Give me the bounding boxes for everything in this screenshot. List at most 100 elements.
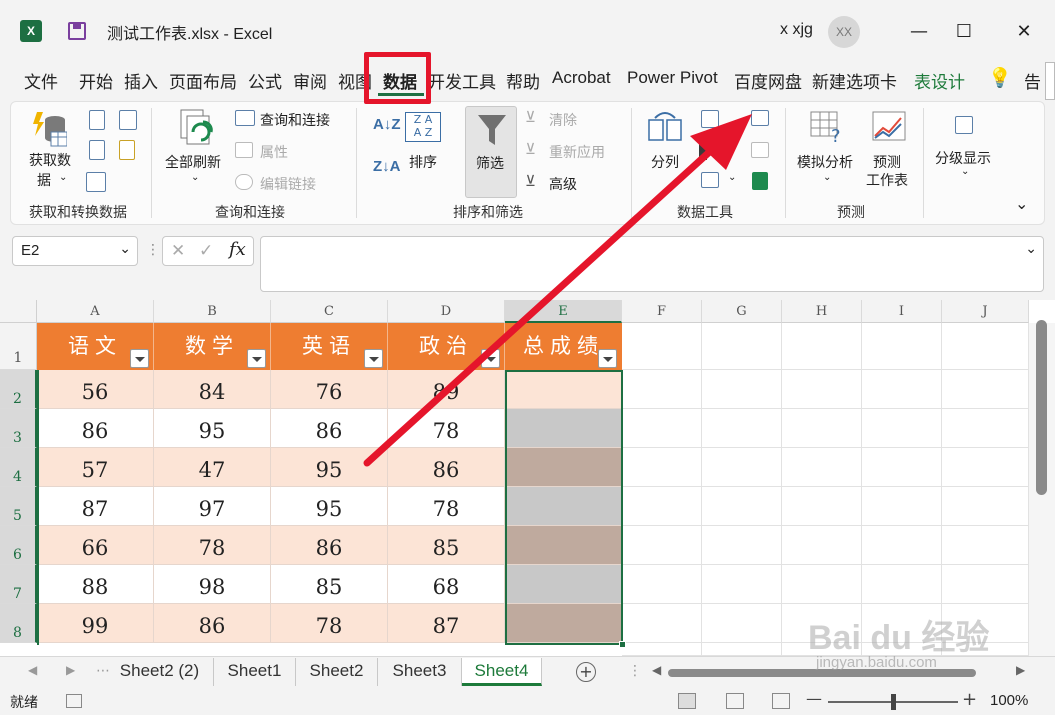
forecast-sheet-icon[interactable]	[871, 110, 907, 144]
tab-table-design[interactable]: 表设计	[914, 68, 965, 93]
forecast-sheet-button-line2[interactable]: 工作表	[866, 170, 908, 190]
avatar[interactable]: XX	[828, 16, 860, 48]
empty-cell[interactable]	[862, 565, 942, 604]
minimize-button[interactable]: —	[901, 14, 937, 50]
queries-connections-button[interactable]: 查询和连接	[260, 110, 330, 130]
name-box[interactable]: E2 ⌄	[12, 236, 138, 266]
table-cell[interactable]	[505, 604, 622, 643]
row-header-2[interactable]: 2	[0, 370, 37, 409]
row-header-5[interactable]: 5	[0, 487, 37, 526]
tab-tell-me[interactable]: 告	[1024, 68, 1041, 93]
tab-new-tab[interactable]: 新建选项卡	[812, 68, 897, 93]
empty-cell[interactable]	[782, 526, 862, 565]
text-to-columns-icon[interactable]	[647, 110, 683, 144]
outline-button[interactable]: 分级显示	[935, 148, 991, 168]
sort-dialog-icon[interactable]: Z AA Z	[405, 112, 441, 142]
column-header-j[interactable]: J	[942, 300, 1029, 323]
chevron-down-icon[interactable]: ⌄	[119, 240, 131, 257]
cancel-icon[interactable]: ✕	[171, 241, 185, 261]
tabs-scroll-right[interactable]	[1045, 62, 1055, 100]
flash-fill-icon[interactable]	[701, 110, 719, 128]
empty-cell[interactable]	[702, 604, 782, 643]
table-cell[interactable]	[505, 409, 622, 448]
empty-cell[interactable]	[702, 370, 782, 409]
select-all-corner[interactable]	[0, 300, 37, 323]
filter-dropdown-button[interactable]	[598, 349, 617, 368]
remove-duplicates-icon[interactable]	[699, 142, 707, 160]
consolidate-icon[interactable]	[751, 110, 769, 126]
table-cell[interactable]	[505, 448, 622, 487]
table-cell[interactable]: 97	[154, 487, 271, 526]
refresh-all-icon[interactable]	[179, 108, 215, 148]
column-header-e[interactable]: E	[505, 300, 622, 323]
empty-cell[interactable]	[782, 409, 862, 448]
empty-cell[interactable]	[622, 370, 702, 409]
tab-file[interactable]: 文件	[24, 68, 58, 93]
sheet-tab-sheet2[interactable]: Sheet2	[296, 658, 378, 686]
row-header-7[interactable]: 7	[0, 565, 37, 604]
filter-dropdown-button[interactable]	[247, 349, 266, 368]
empty-cell[interactable]	[622, 323, 702, 370]
empty-cell[interactable]	[942, 448, 1029, 487]
table-cell[interactable]: 89	[388, 370, 505, 409]
column-header-f[interactable]: F	[622, 300, 702, 323]
table-cell[interactable]: 95	[271, 487, 388, 526]
get-data-button-line2[interactable]: 据	[37, 170, 51, 190]
empty-cell[interactable]	[702, 487, 782, 526]
vertical-scroll-thumb[interactable]	[1036, 320, 1047, 495]
empty-cell[interactable]	[862, 409, 942, 448]
table-cell[interactable]: 84	[154, 370, 271, 409]
table-cell[interactable]: 86	[271, 526, 388, 565]
empty-cell[interactable]	[702, 448, 782, 487]
refresh-all-button[interactable]: 全部刷新	[165, 152, 221, 172]
table-cell[interactable]	[505, 565, 622, 604]
zoom-level[interactable]: 100%	[990, 692, 1028, 709]
row-header-4[interactable]: 4	[0, 448, 37, 487]
hscroll-left-icon[interactable]: ◀	[652, 663, 661, 677]
tab-developer[interactable]: 开发工具	[428, 68, 496, 93]
tab-review[interactable]: 审阅	[293, 68, 327, 93]
maximize-button[interactable]: ☐	[946, 14, 982, 50]
empty-cell[interactable]	[862, 370, 942, 409]
text-to-columns-button[interactable]: 分列	[651, 152, 679, 172]
outline-icon[interactable]	[955, 116, 973, 134]
empty-cell[interactable]	[862, 448, 942, 487]
table-cell[interactable]: 78	[388, 409, 505, 448]
empty-cell[interactable]	[782, 448, 862, 487]
manage-data-model-icon[interactable]	[752, 172, 768, 190]
tab-baidu-netdisk[interactable]: 百度网盘	[734, 68, 802, 93]
zoom-in-button[interactable]: +	[962, 689, 977, 710]
table-cell[interactable]: 86	[271, 409, 388, 448]
empty-cell[interactable]	[862, 487, 942, 526]
empty-cell[interactable]	[622, 604, 702, 643]
database-get-data-icon[interactable]	[31, 110, 68, 150]
existing-connections-icon[interactable]	[119, 140, 135, 160]
sheet-tab-sheet2-2[interactable]: Sheet2 (2)	[106, 658, 214, 686]
empty-cell[interactable]	[622, 643, 702, 656]
empty-cell[interactable]	[782, 565, 862, 604]
tab-formulas[interactable]: 公式	[248, 68, 282, 93]
table-cell[interactable]: 98	[154, 565, 271, 604]
sort-button[interactable]: 排序	[409, 152, 437, 172]
empty-cell[interactable]	[702, 643, 782, 656]
save-icon[interactable]	[68, 22, 86, 40]
from-table-icon[interactable]	[86, 172, 106, 192]
column-header-i[interactable]: I	[862, 300, 942, 323]
empty-cell[interactable]	[702, 323, 782, 370]
sheet-tab-sheet3[interactable]: Sheet3	[378, 658, 462, 686]
empty-cell[interactable]	[862, 323, 942, 370]
forecast-sheet-button[interactable]: 预测	[873, 152, 901, 172]
table-cell[interactable]: 87	[37, 487, 154, 526]
column-header-c[interactable]: C	[271, 300, 388, 323]
tab-page-layout[interactable]: 页面布局	[169, 68, 237, 93]
tab-scroll-right-icon[interactable]: ▶	[66, 663, 75, 677]
zoom-slider-thumb[interactable]	[891, 694, 896, 710]
table-cell[interactable]: 47	[154, 448, 271, 487]
column-header-g[interactable]: G	[702, 300, 782, 323]
what-if-analysis-icon[interactable]: ?	[809, 110, 845, 147]
empty-cell[interactable]	[942, 526, 1029, 565]
tab-home[interactable]: 开始	[79, 68, 113, 93]
lightbulb-icon[interactable]: 💡	[988, 66, 1012, 90]
table-cell[interactable]: 78	[271, 604, 388, 643]
empty-cell[interactable]	[942, 409, 1029, 448]
